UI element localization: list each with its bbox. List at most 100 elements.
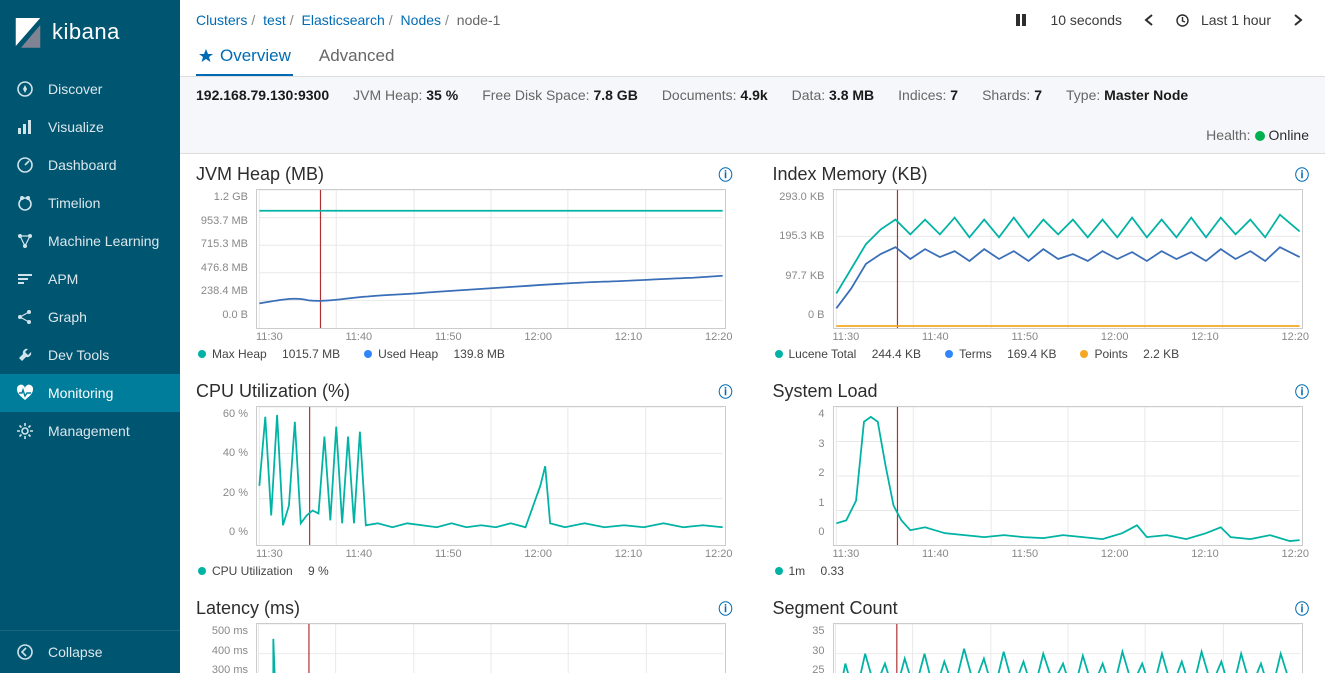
- health-stat: Health:Online: [1206, 127, 1309, 143]
- tab-overview[interactable]: Overview: [196, 40, 293, 76]
- panel-system-load: System Load ⓘ 43210: [773, 381, 1310, 578]
- sidebar-item-graph[interactable]: Graph: [0, 298, 180, 336]
- sidebar-item-apm[interactable]: APM: [0, 260, 180, 298]
- type-stat: Type: Master Node: [1066, 87, 1188, 103]
- info-icon[interactable]: ⓘ: [719, 165, 733, 185]
- apm-icon: [16, 270, 34, 288]
- legend: 1m 0.33: [773, 560, 1310, 578]
- index-memory-chart: [833, 189, 1303, 329]
- panel-cpu: CPU Utilization (%) ⓘ 60 %40 %20 %0 %: [196, 381, 733, 578]
- health-dot-icon: [1255, 131, 1265, 141]
- collapse-label: Collapse: [48, 644, 102, 660]
- indices-stat: Indices: 7: [898, 87, 958, 103]
- chevron-right-icon: [1293, 14, 1303, 26]
- heartbeat-icon: [16, 384, 34, 402]
- nav: Discover Visualize Dashboard Timelion Ma…: [0, 64, 180, 630]
- discover-icon: [16, 80, 34, 98]
- chevron-left-icon: [1144, 14, 1154, 26]
- node-address: 192.168.79.130:9300: [196, 87, 329, 103]
- kibana-logo-icon: [14, 16, 42, 48]
- info-icon[interactable]: ⓘ: [1295, 382, 1309, 402]
- collapse-button[interactable]: Collapse: [0, 630, 180, 673]
- wrench-icon: [16, 346, 34, 364]
- legend-item: Terms 169.4 KB: [945, 347, 1056, 361]
- legend-item: Max Heap 1015.7 MB: [198, 347, 340, 361]
- sidebar: kibana Discover Visualize Dashboard Time…: [0, 0, 180, 673]
- cpu-chart: [256, 406, 726, 546]
- panel-title: Index Memory (KB): [773, 164, 928, 185]
- graph-icon: [16, 308, 34, 326]
- x-axis: 11:3011:4011:5012:0012:1012:20: [196, 329, 733, 343]
- panel-index-memory: Index Memory (KB) ⓘ 293.0 KB 195.3 KB 97…: [773, 164, 1310, 361]
- legend-item: CPU Utilization 9 %: [198, 564, 329, 578]
- latency-chart: [256, 623, 726, 673]
- x-axis: 11:3011:4011:5012:0012:1012:20: [196, 546, 733, 560]
- refresh-interval[interactable]: 10 seconds: [1044, 8, 1128, 32]
- star-icon: [198, 48, 214, 64]
- tabs: Overview Advanced: [180, 32, 1325, 77]
- nav-label: Monitoring: [48, 385, 113, 401]
- pause-button[interactable]: [1008, 9, 1034, 31]
- crumb-service[interactable]: Elasticsearch: [302, 12, 385, 28]
- time-controls: 10 seconds Last 1 hour: [1008, 8, 1309, 32]
- content[interactable]: JVM Heap (MB) ⓘ 1.2 GB 953.7 MB 715.3 MB…: [180, 154, 1325, 673]
- segment-count-chart: [833, 623, 1303, 673]
- sidebar-item-dev-tools[interactable]: Dev Tools: [0, 336, 180, 374]
- y-axis: 293.0 KB 195.3 KB 97.7 KB 0 B: [773, 189, 829, 323]
- panel-title: System Load: [773, 381, 878, 402]
- panel-latency: Latency (ms) ⓘ 500 ms400 ms300 ms200 ms: [196, 598, 733, 673]
- nav-label: Dev Tools: [48, 347, 109, 363]
- y-axis: 500 ms400 ms300 ms200 ms: [196, 623, 252, 673]
- dashboard-icon: [16, 156, 34, 174]
- collapse-icon: [16, 643, 34, 661]
- nav-label: Dashboard: [48, 157, 117, 173]
- ml-icon: [16, 232, 34, 250]
- data-stat: Data: 3.8 MB: [792, 87, 874, 103]
- x-axis: 11:3011:4011:5012:0012:1012:20: [773, 546, 1310, 560]
- info-icon[interactable]: ⓘ: [719, 599, 733, 619]
- crumb-clusters[interactable]: Clusters: [196, 12, 247, 28]
- info-icon[interactable]: ⓘ: [1295, 165, 1309, 185]
- sidebar-item-machine-learning[interactable]: Machine Learning: [0, 222, 180, 260]
- legend: Lucene Total 244.4 KB Terms 169.4 KB Poi…: [773, 343, 1310, 361]
- info-icon[interactable]: ⓘ: [1295, 599, 1309, 619]
- nav-label: Timelion: [48, 195, 100, 211]
- panel-jvm-heap: JVM Heap (MB) ⓘ 1.2 GB 953.7 MB 715.3 MB…: [196, 164, 733, 361]
- sidebar-item-dashboard[interactable]: Dashboard: [0, 146, 180, 184]
- visualize-icon: [16, 118, 34, 136]
- nav-label: Machine Learning: [48, 233, 159, 249]
- jvm-heap-chart: [256, 189, 726, 329]
- sidebar-item-visualize[interactable]: Visualize: [0, 108, 180, 146]
- sidebar-item-discover[interactable]: Discover: [0, 70, 180, 108]
- system-load-chart: [833, 406, 1303, 546]
- logo[interactable]: kibana: [0, 0, 180, 64]
- crumb-cluster[interactable]: test: [263, 12, 286, 28]
- topbar: Clusters/ test/ Elasticsearch/ Nodes/ no…: [180, 0, 1325, 32]
- time-prev-button[interactable]: [1138, 10, 1160, 30]
- tab-advanced[interactable]: Advanced: [317, 40, 397, 76]
- gear-icon: [16, 422, 34, 440]
- crumb-section[interactable]: Nodes: [401, 12, 441, 28]
- free-disk-stat: Free Disk Space: 7.8 GB: [482, 87, 638, 103]
- sidebar-item-timelion[interactable]: Timelion: [0, 184, 180, 222]
- sidebar-item-management[interactable]: Management: [0, 412, 180, 450]
- legend-item: 1m 0.33: [775, 564, 844, 578]
- main: Clusters/ test/ Elasticsearch/ Nodes/ no…: [180, 0, 1325, 673]
- time-next-button[interactable]: [1287, 10, 1309, 30]
- sidebar-item-monitoring[interactable]: Monitoring: [0, 374, 180, 412]
- y-axis: 60 %40 %20 %0 %: [196, 406, 252, 540]
- brand-text: kibana: [52, 19, 120, 45]
- y-axis: 35302520: [773, 623, 829, 673]
- y-axis: 1.2 GB 953.7 MB 715.3 MB 476.8 MB 238.4 …: [196, 189, 252, 323]
- panel-title: Segment Count: [773, 598, 898, 619]
- breadcrumb: Clusters/ test/ Elasticsearch/ Nodes/ no…: [196, 12, 992, 28]
- pause-icon: [1014, 13, 1028, 27]
- nav-label: Discover: [48, 81, 102, 97]
- info-icon[interactable]: ⓘ: [719, 382, 733, 402]
- shards-stat: Shards: 7: [982, 87, 1042, 103]
- legend-item: Used Heap 139.8 MB: [364, 347, 505, 361]
- legend-item: Points 2.2 KB: [1080, 347, 1179, 361]
- panel-title: JVM Heap (MB): [196, 164, 324, 185]
- time-range[interactable]: Last 1 hour: [1170, 8, 1277, 32]
- nav-label: Graph: [48, 309, 87, 325]
